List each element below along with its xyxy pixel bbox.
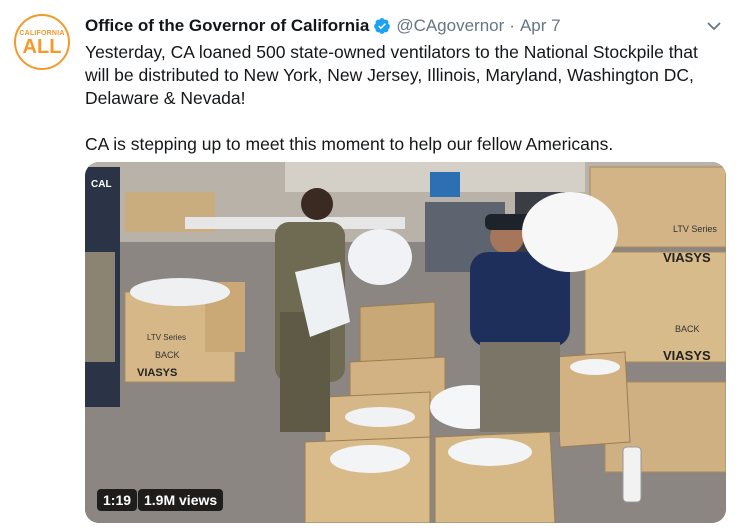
- tweet-paragraph: CA is stepping up to meet this moment to…: [85, 134, 614, 154]
- chevron-down-icon[interactable]: [703, 15, 725, 37]
- box-brand-text: VIASYS: [137, 367, 177, 379]
- box-model-text: LTV Series: [147, 333, 186, 342]
- video-duration: 1:19: [97, 489, 138, 511]
- account-name[interactable]: Office of the Governor of California: [85, 16, 369, 36]
- tweet-date[interactable]: Apr 7: [520, 16, 561, 36]
- box-brand-text: VIASYS: [663, 250, 711, 265]
- video-view-count: 1.9M views: [138, 489, 224, 511]
- avatar-logo-main-text: ALL: [22, 35, 62, 58]
- avatar[interactable]: CALIFORNIA ALL: [14, 14, 70, 70]
- tweet-paragraph: Yesterday, CA loaned 500 state-owned ven…: [85, 42, 698, 108]
- tweet-header: Office of the Governor of California @CA…: [85, 15, 725, 37]
- box-model-text: LTV Series: [673, 224, 717, 234]
- video-player[interactable]: VIASYS VIASYS LTV Series BACK VIASYS LTV…: [85, 162, 726, 523]
- account-handle[interactable]: @CAgovernor: [396, 16, 504, 36]
- box-back-text: BACK: [155, 350, 180, 360]
- video-thumbnail: VIASYS VIASYS LTV Series BACK VIASYS LTV…: [85, 162, 726, 523]
- separator-dot: ·: [509, 16, 515, 35]
- box-back-text: BACK: [675, 324, 700, 334]
- verified-badge-icon: [374, 18, 391, 34]
- box-brand-text: VIASYS: [663, 348, 711, 363]
- tweet-text: Yesterday, CA loaned 500 state-owned ven…: [85, 41, 725, 156]
- shirt-text: CAL: [91, 179, 112, 190]
